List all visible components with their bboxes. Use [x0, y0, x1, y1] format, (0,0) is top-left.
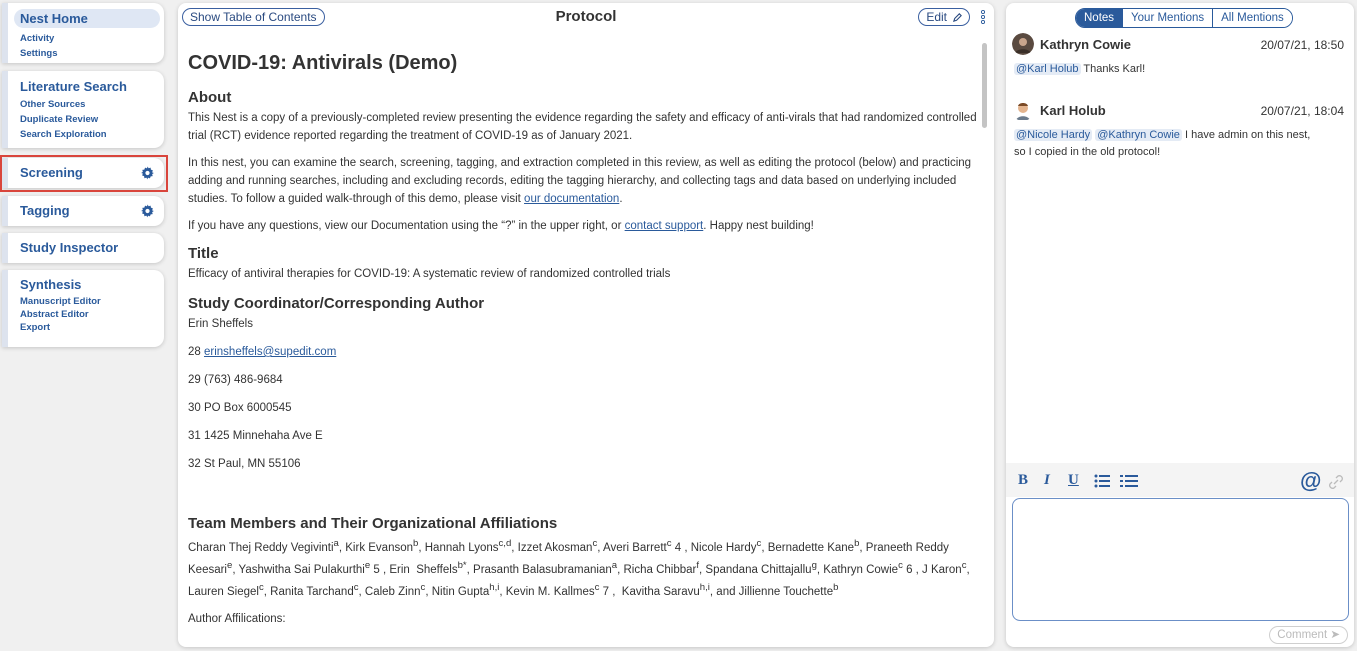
study-inspector-link[interactable]: Study Inspector	[8, 240, 164, 255]
tagging-card[interactable]: Tagging	[2, 196, 164, 226]
protocol-header: Show Table of Contents Protocol Edit	[178, 3, 994, 30]
link-icon[interactable]	[1328, 474, 1344, 490]
activity-link[interactable]: Activity	[8, 31, 164, 46]
address-line-28: 28 erinsheffels@supedit.com	[188, 346, 337, 358]
mention-tag[interactable]: @Nicole Hardy	[1014, 129, 1093, 141]
nest-home-card: Nest Home Activity Settings	[2, 3, 164, 63]
synthesis-card: Synthesis Manuscript Editor Abstract Edi…	[2, 270, 164, 347]
title-text: Efficacy of antiviral therapies for COVI…	[188, 268, 671, 280]
synthesis-link[interactable]: Synthesis	[8, 277, 164, 292]
abstract-editor-link[interactable]: Abstract Editor	[8, 308, 164, 321]
documentation-link[interactable]: our documentation	[524, 193, 619, 205]
edit-button[interactable]: Edit	[918, 8, 970, 26]
document-title: COVID-19: Antivirals (Demo)	[188, 52, 458, 74]
protocol-title: Protocol	[555, 8, 617, 25]
numbered-list-icon[interactable]	[1120, 474, 1138, 488]
italic-icon[interactable]: I	[1044, 472, 1050, 489]
more-options-icon[interactable]	[980, 9, 986, 25]
about-paragraph-3: If you have any questions, view our Docu…	[188, 220, 814, 232]
underline-icon[interactable]: U	[1068, 472, 1079, 489]
send-icon: ➤	[1330, 629, 1340, 641]
address-line-30: 30 PO Box 6000545	[188, 402, 292, 414]
tab-your-mentions[interactable]: Your Mentions	[1123, 9, 1214, 27]
search-exploration-link[interactable]: Search Exploration	[8, 127, 164, 142]
avatar	[1012, 99, 1034, 121]
contact-support-link[interactable]: contact support	[625, 220, 704, 232]
editor-toolbar: B I U @	[1006, 463, 1354, 497]
duplicate-review-link[interactable]: Duplicate Review	[8, 112, 164, 127]
comment-editor[interactable]	[1012, 498, 1349, 621]
note-item: Karl Holub 20/07/21, 18:04 @Nicole Hardy…	[1006, 97, 1354, 177]
about-paragraph-2: In this nest, you can examine the search…	[188, 157, 972, 205]
coordinator-name: Erin Sheffels	[188, 318, 253, 330]
settings-link[interactable]: Settings	[8, 46, 164, 61]
note-item: Kathryn Cowie 20/07/21, 18:50 @Karl Holu…	[1006, 31, 1354, 89]
mention-icon[interactable]: @	[1300, 468, 1321, 494]
comment-button[interactable]: Comment ➤	[1269, 626, 1348, 644]
note-author: Karl Holub	[1040, 103, 1106, 118]
mention-tag[interactable]: @Kathryn Cowie	[1095, 129, 1182, 141]
notes-tabs: Notes Your Mentions All Mentions	[1075, 8, 1293, 28]
address-line-29: 29 (763) 486-9684	[188, 374, 283, 386]
note-date: 20/07/21, 18:50	[1260, 38, 1344, 52]
about-heading: About	[188, 89, 232, 106]
comment-label: Comment	[1277, 629, 1328, 641]
export-link[interactable]: Export	[8, 321, 164, 334]
literature-search-card: Literature Search Other Sources Duplicat…	[2, 71, 164, 148]
tab-notes[interactable]: Notes	[1076, 9, 1124, 27]
literature-search-link[interactable]: Literature Search	[8, 79, 164, 94]
note-body: @Karl Holub Thanks Karl!	[1014, 63, 1146, 75]
pencil-icon	[952, 13, 962, 23]
about-paragraph-1: This Nest is a copy of a previously-comp…	[188, 112, 977, 142]
note-author: Kathryn Cowie	[1040, 37, 1132, 52]
note-date: 20/07/21, 18:04	[1260, 104, 1344, 118]
address-line-31: 31 1425 Minnehaha Ave E	[188, 430, 323, 442]
coordinator-heading: Study Coordinator/Corresponding Author	[188, 295, 485, 312]
gear-icon[interactable]	[141, 204, 154, 218]
manuscript-editor-link[interactable]: Manuscript Editor	[8, 295, 164, 308]
mention-tag[interactable]: @Karl Holub	[1014, 63, 1081, 75]
bold-icon[interactable]: B	[1018, 472, 1028, 489]
nest-home-link[interactable]: Nest Home	[14, 9, 160, 28]
team-members: Charan Thej Reddy Vegivintia, Kirk Evans…	[188, 538, 970, 598]
screening-highlight	[0, 155, 168, 192]
sidebar: Nest Home Activity Settings Literature S…	[0, 0, 170, 651]
tab-all-mentions[interactable]: All Mentions	[1213, 9, 1292, 27]
avatar	[1012, 33, 1034, 55]
notes-panel: Notes Your Mentions All Mentions Kathryn…	[1006, 3, 1354, 647]
title-heading: Title	[188, 245, 219, 262]
address-line-32: 32 St Paul, MN 55106	[188, 458, 301, 470]
study-inspector-card[interactable]: Study Inspector	[2, 233, 164, 263]
protocol-document: COVID-19: Antivirals (Demo) About This N…	[188, 35, 978, 647]
email-link[interactable]: erinsheffels@supedit.com	[204, 346, 336, 358]
affiliations-label: Author Affilications:	[188, 613, 286, 626]
edit-label: Edit	[926, 10, 947, 24]
other-sources-link[interactable]: Other Sources	[8, 97, 164, 112]
protocol-panel: Show Table of Contents Protocol Edit COV…	[178, 3, 994, 647]
note-body: @Nicole Hardy @Kathryn Cowie I have admi…	[1014, 129, 1311, 158]
team-heading: Team Members and Their Organizational Af…	[188, 515, 558, 532]
scrollbar[interactable]	[982, 43, 987, 128]
bullet-list-icon[interactable]	[1094, 474, 1110, 488]
